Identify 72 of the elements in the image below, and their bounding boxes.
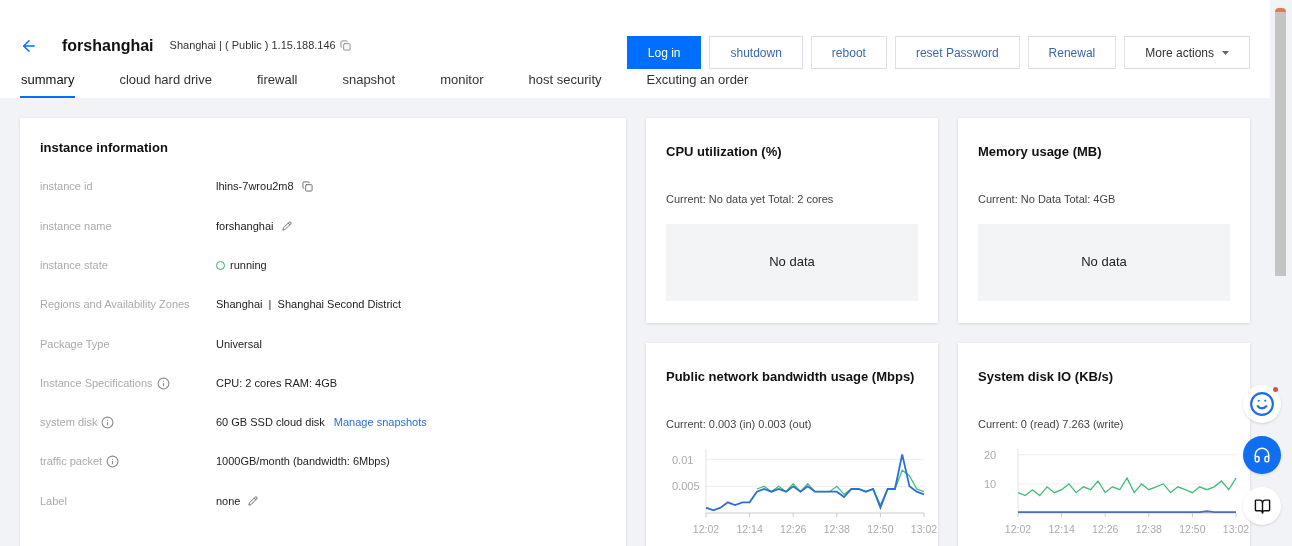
edit-icon[interactable] bbox=[248, 496, 259, 506]
info-icon[interactable] bbox=[101, 415, 115, 429]
tab[interactable]: snapshot bbox=[341, 70, 397, 98]
action-button[interactable]: reset Password bbox=[894, 36, 1020, 69]
field-value: 60 GB SSD cloud disk bbox=[216, 415, 325, 431]
book-icon bbox=[1253, 497, 1271, 515]
card-title: Public network bandwidth usage (Mbps) bbox=[666, 367, 916, 386]
field-label: Instance Specifications bbox=[40, 375, 153, 391]
axis-label: 12:02 bbox=[692, 522, 720, 535]
axis-label: 0.005 bbox=[672, 479, 700, 492]
field-label: instance name bbox=[40, 218, 112, 234]
axis-label: 12:50 bbox=[1179, 522, 1206, 535]
more-actions-dropdown[interactable]: More actions bbox=[1124, 36, 1250, 69]
axis-label: 12:26 bbox=[1092, 522, 1119, 535]
field-value: none bbox=[216, 493, 241, 509]
action-button[interactable]: Renewal bbox=[1027, 36, 1117, 69]
action-button[interactable]: Log in bbox=[626, 36, 702, 69]
current-value: Current: 0.003 (in) 0.003 (out) bbox=[666, 417, 813, 432]
card-title: CPU utilization (%) bbox=[666, 142, 783, 161]
edit-icon[interactable] bbox=[281, 220, 292, 231]
info-icon[interactable] bbox=[156, 376, 170, 390]
axis-label: 12:38 bbox=[1135, 522, 1162, 535]
page-title: forshanghai bbox=[62, 35, 154, 56]
card-title: instance information bbox=[40, 138, 169, 157]
tab[interactable]: monitor bbox=[439, 70, 485, 98]
field-label: system disk bbox=[40, 415, 98, 431]
caret-icon bbox=[1222, 50, 1229, 55]
empty-chart-area: No data bbox=[666, 223, 918, 301]
copy-icon[interactable] bbox=[339, 40, 351, 51]
field-label: instance id bbox=[40, 179, 93, 195]
field-value: Shanghai | Shanghai Second District bbox=[216, 297, 402, 313]
field-value: Universal bbox=[216, 336, 262, 352]
tab[interactable]: cloud hard drive bbox=[118, 70, 213, 98]
field-value: 1000GB/month (bandwidth: 6Mbps) bbox=[216, 454, 390, 470]
field-label: Regions and Availability Zones bbox=[40, 297, 190, 313]
axis-label: 10 bbox=[984, 477, 997, 490]
tab[interactable]: host security bbox=[527, 70, 603, 98]
field-label: instance state bbox=[40, 258, 108, 273]
action-button[interactable]: shutdown bbox=[709, 36, 803, 69]
axis-label: 20 bbox=[984, 448, 997, 461]
copy-icon[interactable] bbox=[301, 181, 313, 193]
axis-label: 12:50 bbox=[867, 522, 894, 535]
card-title: System disk IO (KB/s) bbox=[978, 367, 1115, 386]
axis-label: 12:02 bbox=[1004, 522, 1032, 535]
smiley-icon bbox=[1249, 391, 1275, 417]
axis-label: 0.01 bbox=[672, 453, 694, 466]
empty-chart-area: No data bbox=[978, 223, 1230, 301]
tab[interactable]: Excuting an order bbox=[645, 70, 750, 98]
current-value: Current: No data yet Total: 2 cores bbox=[666, 192, 835, 207]
axis-label: 13:02 bbox=[1222, 522, 1250, 535]
current-value: Current: 0 (read) 7.263 (write) bbox=[978, 417, 1125, 432]
field-label: traffic packet bbox=[40, 454, 103, 470]
axis-label: 12:38 bbox=[823, 522, 850, 535]
headset-icon bbox=[1253, 446, 1271, 464]
field-value: lhins-7wrou2m8 bbox=[216, 179, 294, 195]
field-label: Label bbox=[40, 493, 67, 509]
axis-label: 12:14 bbox=[736, 522, 763, 535]
field-value: forshanghai bbox=[216, 218, 274, 234]
axis-label: 12:26 bbox=[780, 522, 807, 535]
field-value: running bbox=[230, 258, 267, 273]
field-value: CPU: 2 cores RAM: 4GB bbox=[216, 375, 338, 391]
axis-label: 13:02 bbox=[910, 522, 938, 535]
action-button[interactable]: reboot bbox=[810, 36, 887, 69]
current-value: Current: No Data Total: 4GB bbox=[978, 192, 1117, 207]
manage-snapshots-link[interactable]: Manage snapshots bbox=[333, 414, 427, 431]
field-label: Package Type bbox=[40, 336, 110, 352]
axis-label: 12:14 bbox=[1048, 522, 1075, 535]
tab[interactable]: firewall bbox=[255, 70, 299, 98]
card-title: Memory usage (MB) bbox=[978, 142, 1103, 161]
instance-address: Shanghai | ( Public ) 1.15.188.146 bbox=[169, 38, 336, 54]
scrollbar-thumb[interactable] bbox=[1275, 8, 1286, 276]
info-icon[interactable] bbox=[106, 455, 120, 469]
